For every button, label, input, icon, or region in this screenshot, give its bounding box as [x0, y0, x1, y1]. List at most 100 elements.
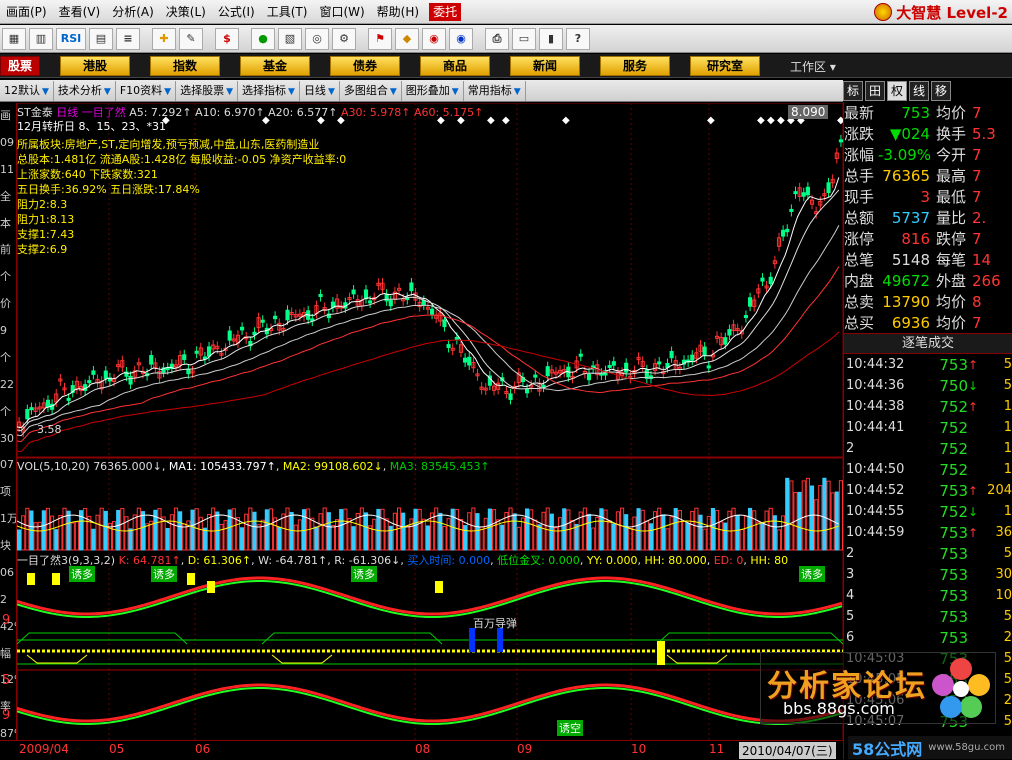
volume-bar [335, 519, 340, 551]
print-icon[interactable]: ⎙ [485, 27, 509, 50]
signal-youduo-1: 诱多 [69, 566, 95, 582]
volume-bar [640, 509, 645, 551]
diamond-icon[interactable]: ◆ [395, 27, 419, 50]
flag-icon[interactable]: ⚑ [368, 27, 392, 50]
volume-bar [347, 518, 352, 551]
blue-disk-icon[interactable]: ◉ [449, 27, 473, 50]
nav-button-0[interactable]: 股票 [0, 55, 40, 76]
chevron-down-icon: ▼ [226, 86, 234, 97]
nav-button-5[interactable]: 商品 [420, 55, 490, 76]
trade-time: 10:44:36 [846, 378, 905, 393]
volume-bar [339, 509, 344, 551]
right-tab-4[interactable]: 移 [931, 81, 951, 101]
right-tab-1[interactable]: 田 [865, 81, 885, 101]
right-tab-0[interactable]: 标 [843, 81, 863, 101]
nav-button-6[interactable]: 新闻 [510, 55, 580, 76]
trade-volume: 5 [1003, 357, 1012, 372]
volume-bar [330, 524, 336, 551]
subtool-item-8[interactable]: 常用指标 ▼ [464, 80, 526, 101]
ruler-icon[interactable]: ✎ [179, 27, 203, 50]
menu-item-7[interactable]: 帮助(H) [371, 0, 425, 24]
volume-bar [558, 517, 563, 551]
chart-area[interactable]: ◆ ◆ ◆ ◆ ◆ ◆ ◆ ◆ ◆ ◆ ◆ ◆ ◆ ◆ ◆ ◆ ST金泰 日线 一目了然 A5: 7.292↑… [17, 103, 843, 748]
signal-bar [657, 641, 665, 665]
volume-bar [644, 520, 649, 551]
nav-button-3[interactable]: 基金 [240, 55, 310, 76]
crosshair-icon[interactable]: ✚ [152, 27, 176, 50]
weituo-button[interactable]: 委托 [429, 2, 462, 21]
volume-bar [219, 523, 224, 551]
menu-item-0[interactable]: 画面(P) [0, 0, 53, 24]
candle-body [578, 353, 583, 357]
watermark-58-url: www.58gu.com [928, 742, 1006, 753]
trade-price: 753 [939, 544, 968, 563]
volume-bar [314, 526, 319, 551]
list-icon[interactable]: ≡ [116, 27, 140, 50]
quote-key: 总卖 [844, 293, 875, 311]
subtool-item-4[interactable]: 选择指标 ▼ [238, 80, 300, 101]
help-cursor-icon[interactable]: ? [566, 27, 590, 50]
volume-bar [764, 510, 769, 551]
trade-price: 753 [939, 607, 968, 626]
candle-body [768, 276, 773, 285]
candle-body [194, 350, 199, 354]
volume-bar [322, 507, 327, 551]
screen-icon[interactable]: ▭ [512, 27, 536, 50]
nav-button-1[interactable]: 港股 [60, 55, 130, 76]
trade-volume: 1 [1003, 399, 1012, 414]
menu-item-5[interactable]: 工具(T) [261, 0, 314, 24]
dollar-button[interactable]: $ [215, 27, 239, 50]
subtool-item-3[interactable]: 选择股票 ▼ [176, 80, 239, 101]
red-disk-icon[interactable]: ◉ [422, 27, 446, 50]
menu-item-3[interactable]: 决策(L) [160, 0, 212, 24]
menu-item-4[interactable]: 公式(I) [212, 0, 261, 24]
volume-bar [277, 526, 282, 551]
binoculars-icon[interactable]: ◎ [305, 27, 329, 50]
quote-key: 总额 [844, 209, 875, 227]
menu-item-6[interactable]: 窗口(W) [313, 0, 370, 24]
nav-button-8[interactable]: 研究室 [690, 55, 760, 76]
volume-bar [392, 512, 397, 551]
trade-row: 10:44:50 752 1 [844, 459, 1012, 480]
left-strip-item: 22 [0, 377, 14, 391]
nav-button-2[interactable]: 指数 [150, 55, 220, 76]
volume-bar [252, 511, 257, 551]
candle-body [524, 388, 530, 394]
subtool-item-5[interactable]: 日线 ▼ [300, 80, 340, 101]
right-tab-2[interactable]: 权 [887, 81, 907, 101]
window-icon[interactable]: ▦ [2, 27, 26, 50]
volume-bar [297, 519, 302, 551]
grid-icon[interactable]: ▤ [89, 27, 113, 50]
subtool-item-1[interactable]: 技术分析 ▼ [54, 80, 116, 101]
support-2: 支撑2:6.9 [17, 243, 68, 256]
books-icon[interactable]: ▮ [539, 27, 563, 50]
trade-row: 10:44:38 752 ↑ 1 [844, 396, 1012, 417]
trade-time: 10:44:32 [846, 357, 905, 372]
quote-key-2: 均价 [936, 314, 967, 332]
volume-bar [748, 507, 753, 551]
workarea-button[interactable]: 工作区 ▾ [790, 58, 836, 75]
menu-item-2[interactable]: 分析(A) [106, 0, 160, 24]
nav-button-4[interactable]: 债券 [330, 55, 400, 76]
trade-price: 753 [939, 523, 968, 542]
subtool-item-2[interactable]: F10资料 ▼ [116, 80, 177, 101]
quote-key: 现手 [844, 188, 875, 206]
subtool-item-7[interactable]: 图形叠加 ▼ [402, 80, 464, 101]
subtool-item-6[interactable]: 多图组合 ▼ [340, 80, 402, 101]
lights-icon[interactable]: ● [251, 27, 275, 50]
volume-bar [417, 508, 422, 551]
menu-item-1[interactable]: 查看(V) [53, 0, 107, 24]
candle-body [748, 297, 753, 307]
volume-bar [743, 515, 749, 551]
volume-bar [103, 510, 108, 551]
chart-icon[interactable]: ▧ [278, 27, 302, 50]
rsi-button[interactable]: RSI [56, 27, 86, 50]
chevron-down-icon: ▼ [288, 86, 295, 97]
subtool-label-2: F10资料 [119, 83, 163, 97]
bar-chart-icon[interactable]: ▥ [29, 27, 53, 50]
right-tab-3[interactable]: 线 [909, 81, 929, 101]
network-icon[interactable]: ⚙ [332, 27, 356, 50]
subtool-item-0[interactable]: 12默认 ▼ [0, 80, 54, 101]
left-axis-c: 9 [2, 708, 11, 723]
nav-button-7[interactable]: 服务 [600, 55, 670, 76]
